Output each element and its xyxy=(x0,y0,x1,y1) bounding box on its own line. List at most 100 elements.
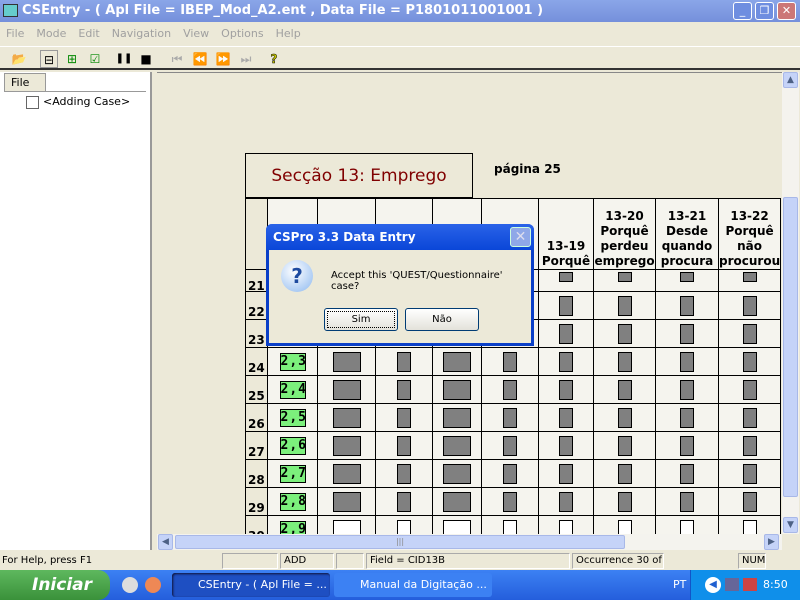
restore-button[interactable]: ❐ xyxy=(755,2,774,20)
verify-icon[interactable]: ☑ xyxy=(86,50,104,68)
data-entry-field[interactable] xyxy=(397,491,411,512)
no-button[interactable]: Não xyxy=(405,308,479,331)
yes-button[interactable]: Sim xyxy=(324,308,398,331)
data-entry-field[interactable] xyxy=(559,519,573,534)
data-entry-field[interactable] xyxy=(559,463,573,484)
data-entry-field[interactable] xyxy=(443,407,471,428)
data-entry-field[interactable] xyxy=(443,519,471,534)
data-entry-field[interactable] xyxy=(503,379,517,400)
quicklaunch-media-icon[interactable] xyxy=(145,577,161,593)
data-entry-field[interactable] xyxy=(443,463,471,484)
tree-item-adding-case[interactable]: <Adding Case> xyxy=(12,94,130,110)
task-word-manual[interactable]: Manual da Digitação ... xyxy=(334,573,492,597)
data-entry-field[interactable] xyxy=(617,351,632,372)
data-entry-field[interactable] xyxy=(617,519,632,534)
data-entry-field[interactable] xyxy=(332,407,361,428)
data-entry-field[interactable] xyxy=(332,435,361,456)
task-csentry[interactable]: CSEntry - ( Apl File = ... xyxy=(172,573,330,597)
data-entry-field[interactable] xyxy=(680,519,694,534)
language-indicator[interactable]: PT xyxy=(673,570,686,600)
data-entry-field[interactable] xyxy=(680,351,694,372)
data-entry-field[interactable] xyxy=(443,379,471,400)
data-entry-field[interactable] xyxy=(503,407,517,428)
menu-edit[interactable]: Edit xyxy=(78,27,99,40)
scroll-up-button[interactable]: ▲ xyxy=(783,72,798,88)
data-entry-field[interactable] xyxy=(503,435,517,456)
network-icon[interactable] xyxy=(725,578,739,591)
data-entry-field[interactable] xyxy=(332,379,361,400)
add-case-icon[interactable]: ⊟ xyxy=(40,50,58,68)
data-entry-field[interactable] xyxy=(559,435,573,456)
menu-mode[interactable]: Mode xyxy=(36,27,66,40)
data-entry-field[interactable] xyxy=(680,407,694,428)
data-entry-field[interactable] xyxy=(680,323,694,344)
data-entry-field[interactable] xyxy=(617,463,632,484)
open-icon[interactable]: 📂 xyxy=(10,50,28,68)
menu-file[interactable]: File xyxy=(6,27,24,40)
data-entry-field[interactable] xyxy=(397,519,411,534)
data-entry-field[interactable] xyxy=(332,351,361,372)
horizontal-scroll-thumb[interactable]: ||| xyxy=(175,535,625,549)
data-entry-field[interactable] xyxy=(443,435,471,456)
data-entry-field[interactable] xyxy=(559,272,573,282)
horizontal-scrollbar[interactable]: ◀ ||| ▶ xyxy=(157,534,782,550)
data-entry-field[interactable] xyxy=(680,463,694,484)
menu-view[interactable]: View xyxy=(183,27,209,40)
data-entry-field[interactable] xyxy=(742,463,757,484)
stop-icon[interactable]: ■ xyxy=(137,50,155,68)
current-field-value[interactable]: 2,7 xyxy=(279,464,306,483)
data-entry-field[interactable] xyxy=(742,435,757,456)
security-alert-icon[interactable] xyxy=(743,578,757,591)
help-icon[interactable]: ? xyxy=(265,50,283,68)
tray-expand-icon[interactable]: ◀ xyxy=(705,577,721,593)
menu-options[interactable]: Options xyxy=(221,27,263,40)
data-entry-field[interactable] xyxy=(742,407,757,428)
data-entry-field[interactable] xyxy=(617,295,632,316)
current-field-value[interactable]: 2,9 xyxy=(279,520,306,534)
data-entry-field[interactable] xyxy=(617,379,632,400)
data-entry-field[interactable] xyxy=(680,295,694,316)
data-entry-field[interactable] xyxy=(443,351,471,372)
scroll-left-button[interactable]: ◀ xyxy=(158,534,173,550)
dialog-close-button[interactable]: ✕ xyxy=(510,227,531,247)
quicklaunch-ie-icon[interactable] xyxy=(122,577,138,593)
data-entry-field[interactable] xyxy=(617,435,632,456)
data-entry-field[interactable] xyxy=(332,463,361,484)
data-entry-field[interactable] xyxy=(617,407,632,428)
vertical-scroll-thumb[interactable] xyxy=(783,197,798,497)
data-entry-field[interactable] xyxy=(503,519,517,534)
vertical-scrollbar[interactable]: ▲ ▼ xyxy=(782,72,799,534)
data-entry-field[interactable] xyxy=(443,491,471,512)
data-entry-field[interactable] xyxy=(503,351,517,372)
data-entry-field[interactable] xyxy=(397,435,411,456)
scroll-down-button[interactable]: ▼ xyxy=(783,517,798,533)
data-entry-field[interactable] xyxy=(680,379,694,400)
data-entry-field[interactable] xyxy=(742,519,757,534)
data-entry-field[interactable] xyxy=(397,351,411,372)
current-field-value[interactable]: 2,6 xyxy=(279,436,306,455)
data-entry-field[interactable] xyxy=(503,463,517,484)
data-entry-field[interactable] xyxy=(559,379,573,400)
data-entry-field[interactable] xyxy=(617,272,632,282)
data-entry-field[interactable] xyxy=(617,491,632,512)
data-entry-field[interactable] xyxy=(742,295,757,316)
data-entry-field[interactable] xyxy=(397,407,411,428)
previous-icon[interactable]: ⏪ xyxy=(191,50,209,68)
data-entry-field[interactable] xyxy=(617,323,632,344)
insert-case-icon[interactable]: ⊞ xyxy=(63,50,81,68)
data-entry-field[interactable] xyxy=(397,379,411,400)
current-field-value[interactable]: 2,3 xyxy=(279,352,306,371)
close-button[interactable]: ✕ xyxy=(777,2,796,20)
data-entry-field[interactable] xyxy=(742,351,757,372)
pause-icon[interactable]: ❚❚ xyxy=(115,50,133,68)
tab-file[interactable]: File xyxy=(4,73,46,91)
data-entry-field[interactable] xyxy=(559,407,573,428)
data-entry-field[interactable] xyxy=(742,323,757,344)
scroll-right-button[interactable]: ▶ xyxy=(764,534,779,550)
last-icon[interactable]: ⏭ xyxy=(237,50,255,68)
data-entry-field[interactable] xyxy=(397,463,411,484)
next-icon[interactable]: ⏩ xyxy=(214,50,232,68)
current-field-value[interactable]: 2,5 xyxy=(279,408,306,427)
data-entry-field[interactable] xyxy=(559,295,573,316)
menu-help[interactable]: Help xyxy=(276,27,301,40)
